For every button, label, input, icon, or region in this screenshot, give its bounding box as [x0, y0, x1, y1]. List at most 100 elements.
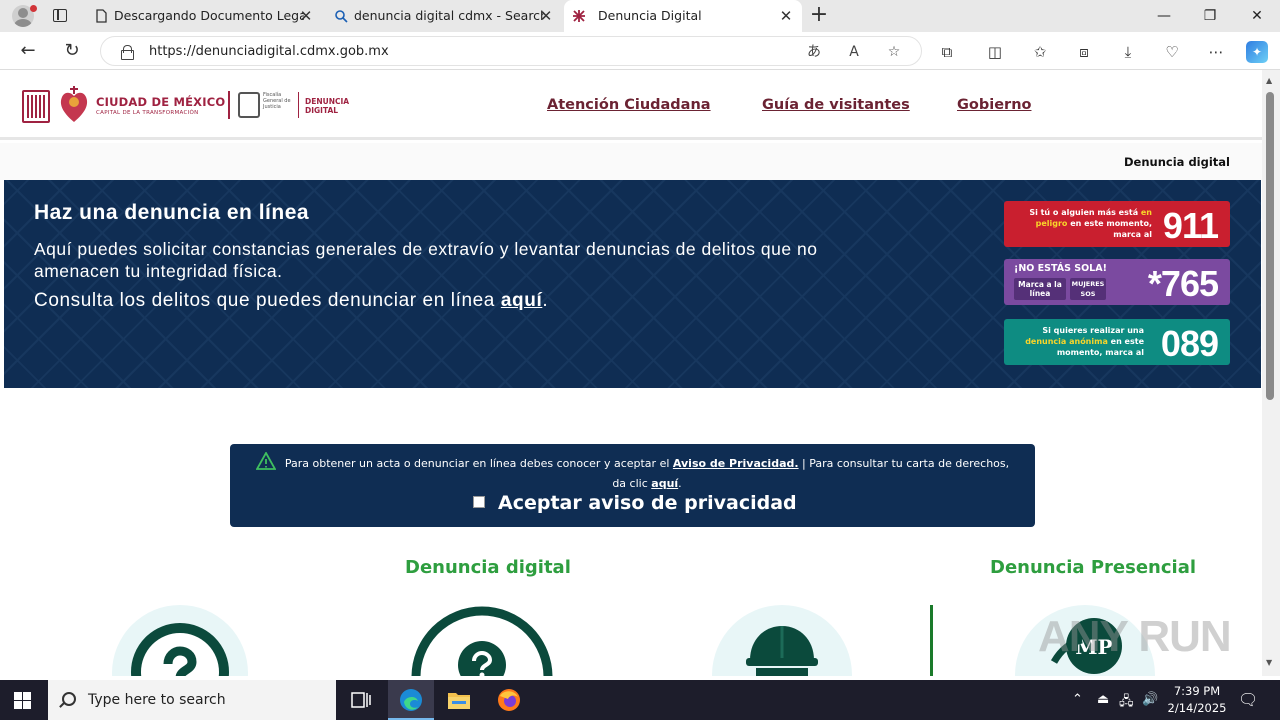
question-mark-icon[interactable] [128, 620, 232, 676]
hero-banner: Haz una denuncia en línea Aquí puedes so… [4, 180, 1261, 388]
section-denuncia-digital-title: Denuncia digital [405, 557, 571, 578]
privacy-notice: Para obtener un acta o denunciar en líne… [230, 444, 1035, 527]
emergency-765-banner[interactable]: ¡NO ESTÁS SOLA! Marca a la línea MUJERES… [1004, 259, 1230, 305]
logo-dd-line2: DIGITAL [305, 106, 339, 115]
warning-icon [256, 452, 276, 470]
tab-title: Denuncia Digital [598, 8, 702, 23]
scroll-up-arrow-icon[interactable]: ▲ [1266, 76, 1272, 85]
split-screen-icon[interactable]: ◫ [984, 41, 1006, 63]
menu-atencion-ciudadana[interactable]: Atención Ciudadana [547, 97, 711, 113]
edge-taskbar-icon[interactable] [388, 680, 434, 720]
emergency-089-text: Si quieres realizar una denuncia anónima… [1025, 326, 1144, 357]
menu-gobierno[interactable]: Gobierno [957, 97, 1031, 113]
tab-denuncia-digital[interactable]: Denuncia Digital ✕ [564, 0, 802, 32]
cdmx-favicon-icon [573, 10, 585, 22]
network-icon[interactable]: 🖧 [1119, 692, 1134, 714]
breadcrumb-bar [0, 143, 1262, 180]
hero-consulta-end: . [542, 290, 549, 311]
anyrun-watermark: ANY RUN [1038, 612, 1232, 661]
clock-date: 2/14/2025 [1167, 701, 1227, 715]
emergency-765-top: ¡NO ESTÁS SOLA! [1014, 263, 1107, 274]
taskbar-search-box[interactable]: Type here to search [48, 680, 336, 720]
close-tab-icon[interactable]: ✕ [776, 6, 796, 26]
hero-consulta-text: Consulta los delitos que puedes denuncia… [34, 290, 501, 311]
read-aloud-icon[interactable]: A [844, 42, 864, 62]
help-circle-icon[interactable] [410, 605, 554, 676]
privacy-checkbox-label[interactable]: Aceptar aviso de privacidad [498, 492, 797, 514]
file-explorer-icon[interactable] [436, 680, 482, 720]
translate-icon[interactable]: あ [804, 42, 824, 62]
hero-aqui-link[interactable]: aquí [501, 290, 542, 311]
tab-search[interactable]: denuncia digital cdmx - Search ✕ [326, 0, 562, 32]
emergency-911-number: 911 [1162, 205, 1219, 246]
show-hidden-icons-chevron-icon[interactable]: ⌃ [1072, 692, 1083, 707]
close-tab-icon[interactable]: ✕ [536, 6, 556, 26]
cdmx-shield-logo[interactable] [22, 90, 50, 123]
restore-button[interactable]: ❐ [1200, 6, 1220, 26]
logo-divider [298, 92, 299, 118]
firefox-icon[interactable] [486, 680, 532, 720]
search-icon [62, 692, 76, 706]
page-scrollbar[interactable]: ▲ ▼ [1262, 70, 1280, 676]
denuncia-digital-logo[interactable]: DENUNCIA DIGITAL [305, 97, 349, 115]
copilot-icon[interactable]: ✦ [1246, 41, 1268, 63]
cdmx-logo-title: CIUDAD DE MÉXICO [96, 95, 226, 109]
taskbar-search-placeholder: Type here to search [88, 692, 226, 708]
tab-title: denuncia digital cdmx - Search [354, 8, 544, 23]
web-page: CIUDAD DE MÉXICO CAPITAL DE LA TRANSFORM… [0, 70, 1262, 676]
menu-guia-visitantes[interactable]: Guía de visitantes [762, 97, 910, 113]
profile-notification-dot [30, 5, 37, 12]
scrollbar-thumb[interactable] [1266, 92, 1274, 400]
emergency-089-banner[interactable]: Si quieres realizar una denuncia anónima… [1004, 319, 1230, 365]
privacy-notice-text: Para obtener un acta o denunciar en líne… [284, 457, 1010, 490]
search-icon [335, 10, 348, 23]
usb-device-icon[interactable]: ⏏ [1097, 692, 1109, 707]
emergency-911-text: Si tú o alguien más está en peligro en e… [1029, 208, 1152, 239]
lock-icon[interactable] [121, 45, 134, 60]
emergency-089-number: 089 [1160, 323, 1219, 364]
volume-icon[interactable]: 🔊 [1142, 692, 1158, 707]
emergency-911-banner[interactable]: Si tú o alguien más está en peligro en e… [1004, 201, 1230, 247]
fgj-logo-text: Fiscalía General de Justicia [263, 92, 291, 110]
fgj-logo[interactable] [238, 92, 260, 118]
breadcrumb[interactable]: Denuncia digital [1124, 155, 1230, 169]
officer-helmet-icon[interactable] [742, 620, 822, 676]
tab-title: Descargando Documento Legal [114, 8, 304, 23]
collections-icon[interactable]: ⧈ [1073, 41, 1095, 63]
site-header: CIUDAD DE MÉXICO CAPITAL DE LA TRANSFORM… [0, 70, 1262, 140]
windows-start-icon[interactable] [14, 692, 31, 709]
new-tab-button[interactable]: + [808, 4, 830, 26]
url-text[interactable]: https://denunciadigital.cdmx.gob.mx [149, 44, 389, 59]
downloads-icon[interactable]: ⤓ [1117, 41, 1139, 63]
task-view-icon[interactable] [338, 680, 384, 720]
more-menu-icon[interactable]: ⋯ [1205, 41, 1227, 63]
cdmx-heart-logo[interactable] [58, 84, 90, 124]
privacy-checkbox[interactable] [473, 496, 485, 508]
section-denuncia-presencial-title: Denuncia Presencial [990, 557, 1197, 578]
address-bar[interactable]: https://denunciadigital.cdmx.gob.mx あ A … [100, 36, 922, 66]
browser-toolbar: ← ↻ https://denunciadigital.cdmx.gob.mx … [0, 32, 1280, 70]
tab-actions-icon[interactable] [53, 9, 67, 22]
refresh-icon[interactable]: ↻ [62, 41, 82, 61]
scroll-down-arrow-icon[interactable]: ▼ [1266, 658, 1272, 667]
extensions-icon[interactable]: ⧉ [936, 41, 958, 63]
cdmx-logo-subtitle: CAPITAL DE LA TRANSFORMACIÓN [96, 110, 199, 116]
notifications-icon[interactable]: 🗨 [1238, 690, 1258, 709]
emergency-765-number: *765 [1147, 263, 1219, 304]
favorites-icon[interactable]: ✩ [1029, 41, 1051, 63]
logo-divider [228, 91, 230, 119]
carta-derechos-link[interactable]: aquí [651, 477, 678, 490]
windows-taskbar: Type here to search ⌃ ⏏ 🖧 🔊 7:39 PM 2/14… [0, 680, 1280, 720]
tab-descargando[interactable]: Descargando Documento Legal ✕ [86, 0, 322, 32]
browser-essentials-icon[interactable]: ♡ [1161, 41, 1183, 63]
logo-dd-line1: DENUNCIA [305, 97, 350, 106]
close-window-button[interactable]: ✕ [1247, 6, 1267, 26]
close-tab-icon[interactable]: ✕ [296, 6, 316, 26]
minimize-button[interactable]: — [1154, 6, 1174, 26]
taskbar-clock[interactable]: 7:39 PM 2/14/2025 [1162, 683, 1232, 717]
emergency-765-mid: Marca a la línea [1014, 278, 1066, 300]
browser-tab-bar: Descargando Documento Legal ✕ denuncia d… [0, 0, 1280, 32]
favorite-star-icon[interactable]: ☆ [884, 42, 904, 62]
back-arrow-icon[interactable]: ← [18, 41, 38, 61]
aviso-privacidad-link[interactable]: Aviso de Privacidad. [673, 457, 799, 470]
